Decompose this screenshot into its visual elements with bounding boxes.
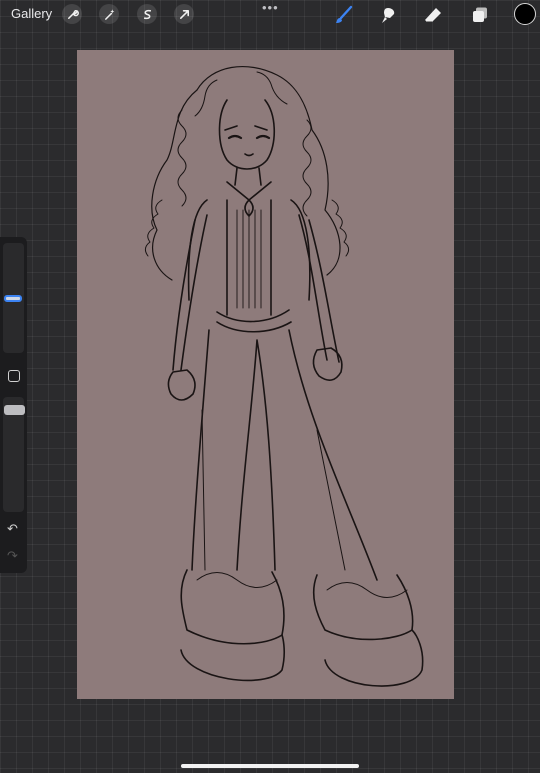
transform-arrow-icon[interactable] [174,4,194,24]
redo-icon[interactable]: ↷ [7,548,18,564]
home-indicator [181,764,359,768]
top-toolbar: Gallery ••• [0,0,540,28]
magic-wand-icon[interactable] [99,4,119,24]
selection-icon[interactable] [137,4,157,24]
drawing-canvas[interactable] [77,50,454,699]
more-options-button[interactable]: ••• [262,0,279,15]
modifier-button[interactable] [8,370,20,382]
opacity-handle[interactable] [4,405,25,415]
gallery-button[interactable]: Gallery [11,6,52,21]
eraser-icon[interactable] [422,4,444,26]
layers-icon[interactable] [469,4,491,26]
wrench-icon[interactable] [62,4,82,24]
color-swatch-button[interactable] [514,3,536,25]
brush-icon[interactable] [333,4,355,26]
brush-size-handle[interactable] [4,295,22,302]
left-sidebar: ↶ ↷ [0,237,27,573]
smudge-icon[interactable] [378,4,400,26]
undo-icon[interactable]: ↶ [7,521,18,537]
sketch-drawing [144,66,424,687]
